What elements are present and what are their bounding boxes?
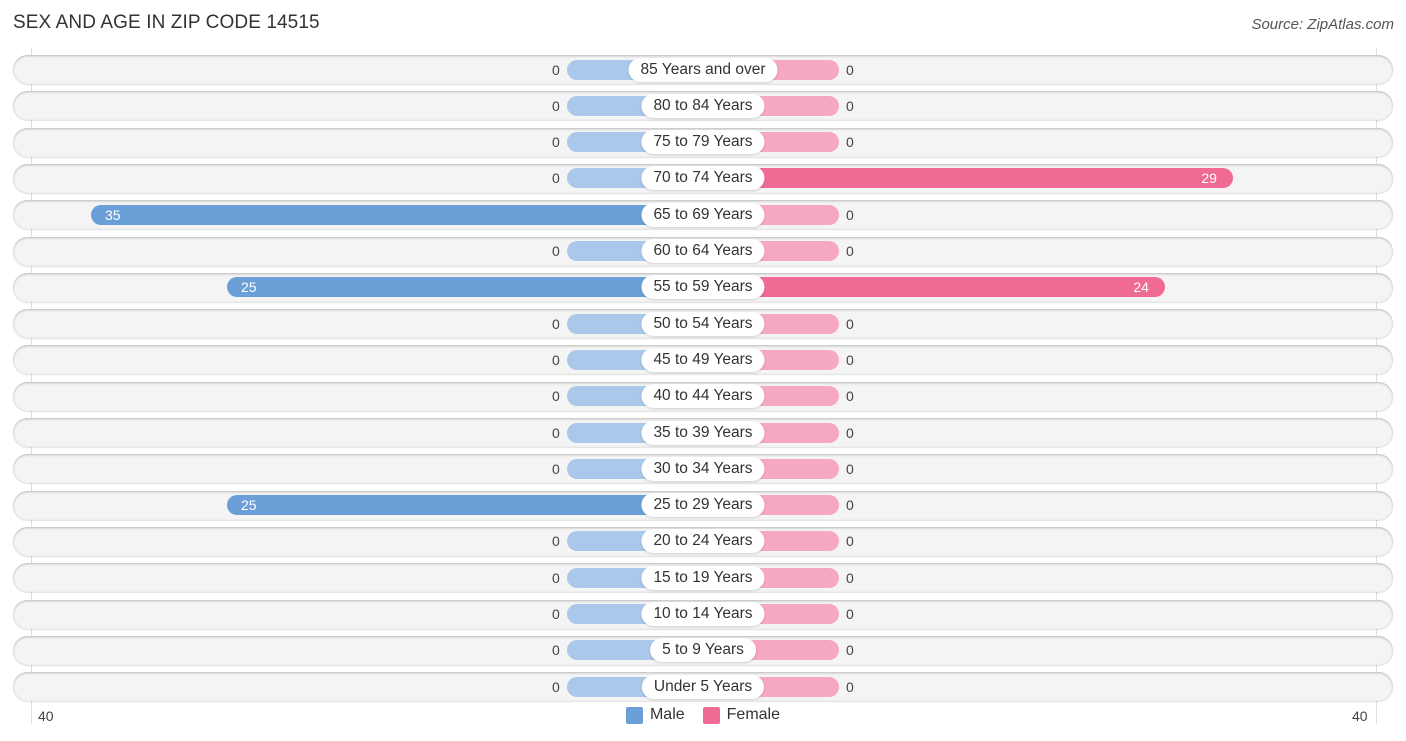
- category-label: 20 to 24 Years: [641, 529, 765, 554]
- female-value-label: 29: [1201, 170, 1217, 187]
- female-value-label: 0: [846, 678, 854, 695]
- male-value-label: 0: [552, 134, 560, 151]
- chart-title: SEX AND AGE IN ZIP CODE 14515: [13, 12, 320, 33]
- category-label: 65 to 69 Years: [641, 202, 765, 227]
- male-value-label: 0: [552, 424, 560, 441]
- female-bar: [703, 277, 1166, 298]
- male-value-label: 0: [552, 315, 560, 332]
- male-bar: [91, 204, 703, 225]
- male-value-label: 0: [552, 642, 560, 659]
- female-value-label: 0: [846, 606, 854, 622]
- category-label: 45 to 49 Years: [641, 347, 765, 372]
- male-value-label: 0: [552, 170, 560, 187]
- female-value-label: 0: [846, 206, 854, 223]
- legend-item-male: Male: [625, 706, 685, 724]
- female-value-label: 0: [846, 424, 854, 441]
- category-label: 55 to 59 Years: [641, 275, 765, 300]
- category-label: 70 to 74 Years: [641, 166, 765, 191]
- female-value-label: 0: [846, 97, 854, 114]
- male-value-label: 0: [552, 61, 560, 78]
- male-value-label: 0: [552, 606, 560, 622]
- male-value-label: 25: [241, 497, 257, 514]
- female-value-label: 0: [846, 351, 854, 368]
- female-value-label: 0: [846, 388, 854, 405]
- male-swatch: [625, 706, 643, 724]
- category-label: 50 to 54 Years: [641, 311, 765, 336]
- female-value-label: 0: [846, 533, 854, 550]
- category-label: 60 to 64 Years: [641, 239, 765, 263]
- male-bar: [227, 495, 703, 516]
- male-value-label: 0: [552, 97, 560, 114]
- male-value-label: 0: [552, 460, 560, 477]
- male-value-label: 0: [552, 388, 560, 405]
- female-value-label: 0: [846, 497, 854, 514]
- legend: Male Female: [0, 706, 1406, 724]
- female-value-label: 0: [846, 243, 854, 259]
- category-label: 30 to 34 Years: [641, 456, 765, 481]
- category-label: 40 to 44 Years: [641, 384, 765, 409]
- source-label: Source: ZipAtlas.com: [1251, 16, 1394, 33]
- legend-label-female: Female: [726, 706, 781, 723]
- category-label: 5 to 9 Years: [650, 638, 756, 663]
- category-label: 15 to 19 Years: [641, 565, 765, 590]
- category-label: 85 Years and over: [628, 57, 778, 82]
- category-label: 80 to 84 Years: [641, 93, 765, 118]
- female-value-label: 0: [846, 569, 854, 586]
- male-value-label: 0: [552, 569, 560, 586]
- male-value-label: 0: [552, 678, 560, 695]
- female-value-label: 0: [846, 642, 854, 659]
- category-label: 25 to 29 Years: [641, 493, 765, 518]
- male-value-label: 35: [105, 206, 121, 223]
- female-value-label: 0: [846, 61, 854, 78]
- female-value-label: 24: [1133, 279, 1149, 296]
- male-bar: [227, 277, 703, 298]
- female-value-label: 0: [846, 460, 854, 477]
- female-bar: [703, 168, 1234, 189]
- male-value-label: 0: [552, 243, 560, 259]
- legend-label-male: Male: [649, 706, 685, 723]
- male-value-label: 0: [552, 351, 560, 368]
- category-label: Under 5 Years: [641, 674, 765, 699]
- female-value-label: 0: [846, 315, 854, 332]
- category-label: 75 to 79 Years: [641, 130, 765, 155]
- female-swatch: [702, 706, 720, 724]
- female-value-label: 0: [846, 134, 854, 151]
- category-label: 35 to 39 Years: [641, 420, 765, 445]
- category-label: 10 to 14 Years: [641, 602, 765, 626]
- legend-item-female: Female: [702, 706, 781, 724]
- male-value-label: 0: [552, 533, 560, 550]
- male-value-label: 25: [241, 279, 257, 296]
